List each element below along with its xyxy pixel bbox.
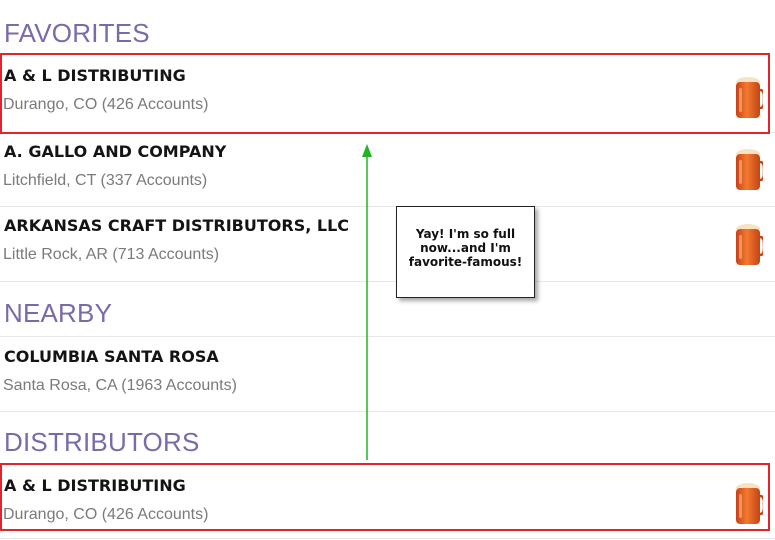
annotation-callout: Yay! I'm so full now...and I'm favorite-… [396,206,535,298]
annotation-arrow [362,144,372,460]
